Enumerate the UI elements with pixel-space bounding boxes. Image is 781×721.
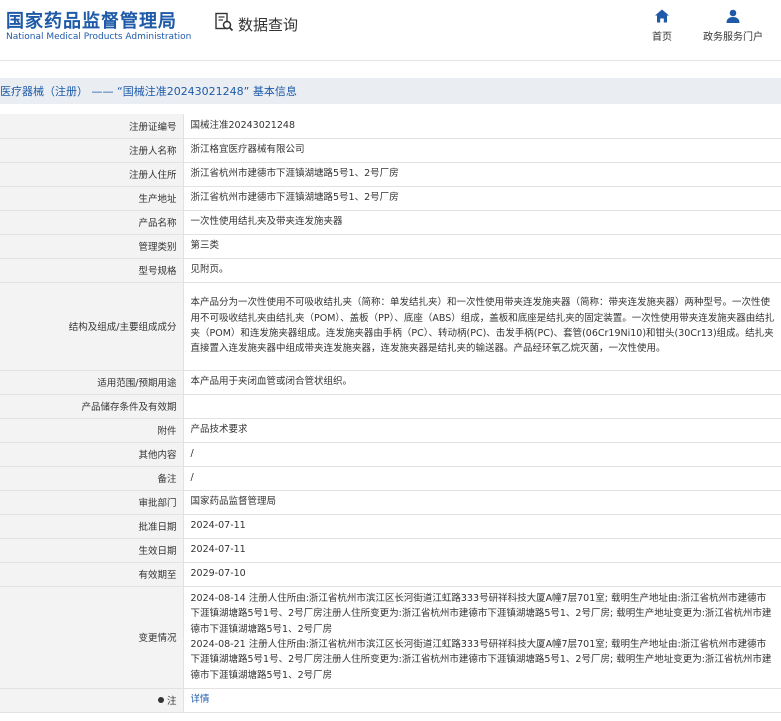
header-divider (0, 60, 781, 61)
table-row: 适用范围/预期用途 本产品用于夹闭血管或闭合管状组织。 (0, 370, 781, 395)
row-key: 注册人名称 (0, 138, 184, 163)
row-value: 第三类 (183, 234, 781, 259)
row-value: 2024-07-11 (183, 514, 781, 539)
table-row-changes: 变更情况 2024-08-14 注册人住所由:浙江省杭州市滨江区长河街道江虹路3… (0, 586, 781, 689)
row-value (183, 394, 781, 419)
change-entry: 2024-08-21 注册人住所由:浙江省杭州市滨江区长河街道江虹路333号研祥… (190, 639, 772, 681)
row-key: 审批部门 (0, 490, 184, 515)
row-key: 其他内容 (0, 442, 184, 467)
data-query-label: 数据查询 (238, 15, 299, 34)
site-header: 国家药品监督管理局 National Medical Products Admi… (0, 0, 781, 60)
table-row: 产品名称 一次性使用结扎夹及带夹连发施夹器 (0, 210, 781, 235)
home-icon (645, 8, 679, 24)
row-key: 备注 (0, 466, 184, 491)
row-value: 一次性使用结扎夹及带夹连发施夹器 (183, 210, 781, 235)
table-row: 备注 / (0, 466, 781, 491)
bullet-icon (157, 697, 164, 703)
logo-title-en[interactable]: National Medical Products Administration (6, 32, 191, 42)
note-label: 注 (166, 696, 177, 707)
row-key: 产品储存条件及有效期 (0, 394, 184, 419)
row-key: 变更情况 (0, 586, 184, 689)
row-value: / (183, 442, 781, 467)
row-key: 附件 (0, 418, 184, 443)
change-entry: 2024-08-14 注册人住所由:浙江省杭州市滨江区长河街道江虹路333号研祥… (190, 593, 772, 635)
row-key: 注册证编号 (0, 114, 184, 139)
table-row-note: 注 详情 (0, 688, 781, 713)
logo-title-cn[interactable]: 国家药品监督管理局 (6, 7, 177, 33)
table-row: 型号规格 见附页。 (0, 258, 781, 283)
row-key: 批准日期 (0, 514, 184, 539)
row-value: 国械注准20243021248 (183, 114, 781, 139)
table-row: 附件 产品技术要求 (0, 418, 781, 443)
row-value: 浙江格宜医疗器械有限公司 (183, 138, 781, 163)
row-key: 管理类别 (0, 234, 184, 259)
nav-home-label: 首页 (652, 32, 672, 43)
row-value: 浙江省杭州市建德市下涯镇湖塘路5号1、2号厂房 (183, 162, 781, 187)
row-key: 产品名称 (0, 210, 184, 235)
document-search-icon (214, 12, 234, 36)
row-value: 浙江省杭州市建德市下涯镇湖塘路5号1、2号厂房 (183, 186, 781, 211)
row-value: 2029-07-10 (183, 562, 781, 587)
row-value-changes: 2024-08-14 注册人住所由:浙江省杭州市滨江区长河街道江虹路333号研祥… (183, 586, 781, 689)
table-row: 批准日期 2024-07-11 (0, 514, 781, 539)
row-value: 产品技术要求 (183, 418, 781, 443)
row-key: 适用范围/预期用途 (0, 370, 184, 395)
table-row: 有效期至 2029-07-10 (0, 562, 781, 587)
row-value: 本产品用于夹闭血管或闭合管状组织。 (183, 370, 781, 395)
user-icon (700, 8, 766, 24)
row-key: 有效期至 (0, 562, 184, 587)
data-query-link[interactable]: 数据查询 (214, 12, 298, 36)
row-value: 2024-07-11 (183, 538, 781, 563)
table-row: 其他内容 / (0, 442, 781, 467)
table-row: 结构及组成/主要组成成分 本产品分为一次性使用不可吸收结扎夹（简称：单发结扎夹）… (0, 282, 781, 371)
breadcrumb-text: 医疗器械（注册） —— “国械注准20243021248” 基本信息 (0, 85, 297, 98)
table-row: 产品储存条件及有效期 (0, 394, 781, 419)
table-row: 生产地址 浙江省杭州市建德市下涯镇湖塘路5号1、2号厂房 (0, 186, 781, 211)
details-link[interactable]: 详情 (191, 694, 210, 705)
table-row: 审批部门 国家药品监督管理局 (0, 490, 781, 515)
table-row: 注册人住所 浙江省杭州市建德市下涯镇湖塘路5号1、2号厂房 (0, 162, 781, 187)
table-row: 生效日期 2024-07-11 (0, 538, 781, 563)
row-value: 国家药品监督管理局 (183, 490, 781, 515)
nav-home[interactable]: 首页 (645, 8, 679, 43)
row-key: 结构及组成/主要组成成分 (0, 282, 184, 371)
row-key: 注册人住所 (0, 162, 184, 187)
nav-service-portal[interactable]: 政务服务门户 (700, 8, 766, 43)
table-row: 注册人名称 浙江格宜医疗器械有限公司 (0, 138, 781, 163)
registration-info-table: 注册证编号 国械注准20243021248 注册人名称 浙江格宜医疗器械有限公司… (0, 114, 781, 713)
table-row: 管理类别 第三类 (0, 234, 781, 259)
nav-service-portal-label: 政务服务门户 (703, 32, 763, 43)
row-value: / (183, 466, 781, 491)
row-value-note: 详情 (183, 688, 781, 713)
row-key-note: 注 (0, 688, 184, 713)
row-key: 生产地址 (0, 186, 184, 211)
row-key: 型号规格 (0, 258, 184, 283)
table-row: 注册证编号 国械注准20243021248 (0, 114, 781, 139)
row-key: 生效日期 (0, 538, 184, 563)
row-value: 见附页。 (183, 258, 781, 283)
breadcrumb: 医疗器械（注册） —— “国械注准20243021248” 基本信息 (0, 78, 781, 104)
row-value: 本产品分为一次性使用不可吸收结扎夹（简称：单发结扎夹）和一次性使用带夹连发施夹器… (183, 282, 781, 371)
